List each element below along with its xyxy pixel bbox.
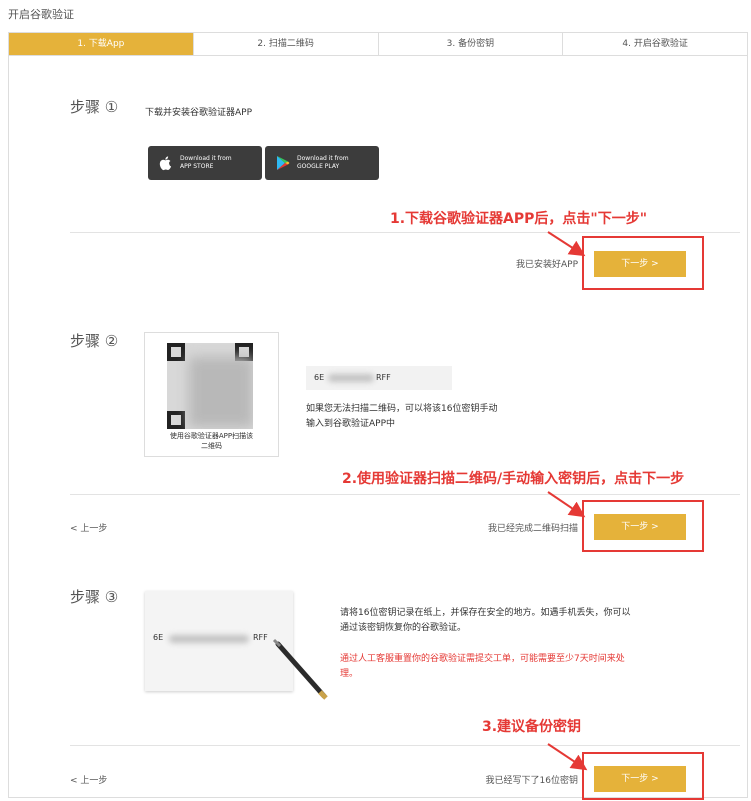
- secret-key-field: 6E RFF: [306, 366, 452, 390]
- page-title: 开启谷歌验证: [8, 8, 74, 21]
- qr-card: 使用谷歌验证器APP扫描该 二维码: [144, 332, 279, 457]
- step2-status: 我已经完成二维码扫描: [487, 524, 578, 534]
- qr-code: [167, 343, 253, 429]
- tab-backup-key[interactable]: 3. 备份密钥: [377, 33, 563, 55]
- google-play-text: Download it from GOOGLE PLAY: [297, 155, 349, 170]
- key-blur: [328, 374, 374, 382]
- step-tabs: 1. 下载App 2. 扫描二维码 3. 备份密钥 4. 开启谷歌验证: [8, 32, 748, 56]
- tab-download-app[interactable]: 1. 下载App: [9, 33, 193, 55]
- google-play-icon: [275, 155, 291, 171]
- step3-status: 我已经写下了16位密钥: [485, 776, 578, 786]
- step2-hint: 如果您无法扫描二维码，可以将该16位密钥手动 输入到谷歌验证APP中: [306, 404, 498, 429]
- google-play-button[interactable]: Download it from GOOGLE PLAY: [265, 146, 379, 180]
- paper-key-blur: [169, 635, 249, 643]
- step1-text: 下载并安装谷歌验证器APP: [145, 108, 253, 118]
- paper-key-prefix: 6E: [153, 633, 164, 642]
- step1-status: 我已安装好APP: [515, 260, 578, 270]
- step3-label: 步骤 ③: [70, 588, 119, 606]
- paper-key-suffix: RFF: [253, 633, 268, 642]
- tab-enable-google-auth[interactable]: 4. 开启谷歌验证: [562, 33, 747, 55]
- annotation-3: 3.建议备份密钥: [482, 719, 582, 735]
- step2-label: 步骤 ②: [70, 332, 119, 350]
- key-suffix: RFF: [376, 373, 391, 382]
- step3-warning: 通过人工客服重置你的谷歌验证需提交工单，可能需要至少7天时间来处 理。: [340, 654, 625, 679]
- app-store-button[interactable]: Download it from APP STORE: [148, 146, 262, 180]
- step1-label: 步骤 ①: [70, 98, 119, 116]
- step3-divider: [70, 745, 740, 746]
- annotation-2: 2.使用验证器扫描二维码/手动输入密钥后，点击下一步: [342, 471, 685, 487]
- key-prefix: 6E: [314, 373, 325, 382]
- tab-scan-qr[interactable]: 2. 扫描二维码: [192, 33, 378, 55]
- step2-prev-link[interactable]: < 上一步: [70, 521, 107, 534]
- step3-prev-link[interactable]: < 上一步: [70, 773, 107, 786]
- app-store-text: Download it from APP STORE: [180, 155, 232, 170]
- annotation-2-box: [582, 500, 704, 552]
- annotation-3-box: [582, 752, 704, 800]
- apple-icon: [158, 155, 174, 171]
- step3-text: 请将16位密钥记录在纸上，并保存在安全的地方。如遇手机丢失，你可以 通过该密钥恢…: [340, 608, 631, 633]
- qr-caption: 使用谷歌验证器APP扫描该 二维码: [169, 432, 254, 450]
- annotation-1-box: [582, 236, 704, 290]
- step2-divider: [70, 494, 740, 495]
- step1-divider: [70, 232, 740, 233]
- pen-icon: [272, 638, 328, 700]
- annotation-1: 1.下载谷歌验证器APP后，点击"下一步": [390, 211, 648, 227]
